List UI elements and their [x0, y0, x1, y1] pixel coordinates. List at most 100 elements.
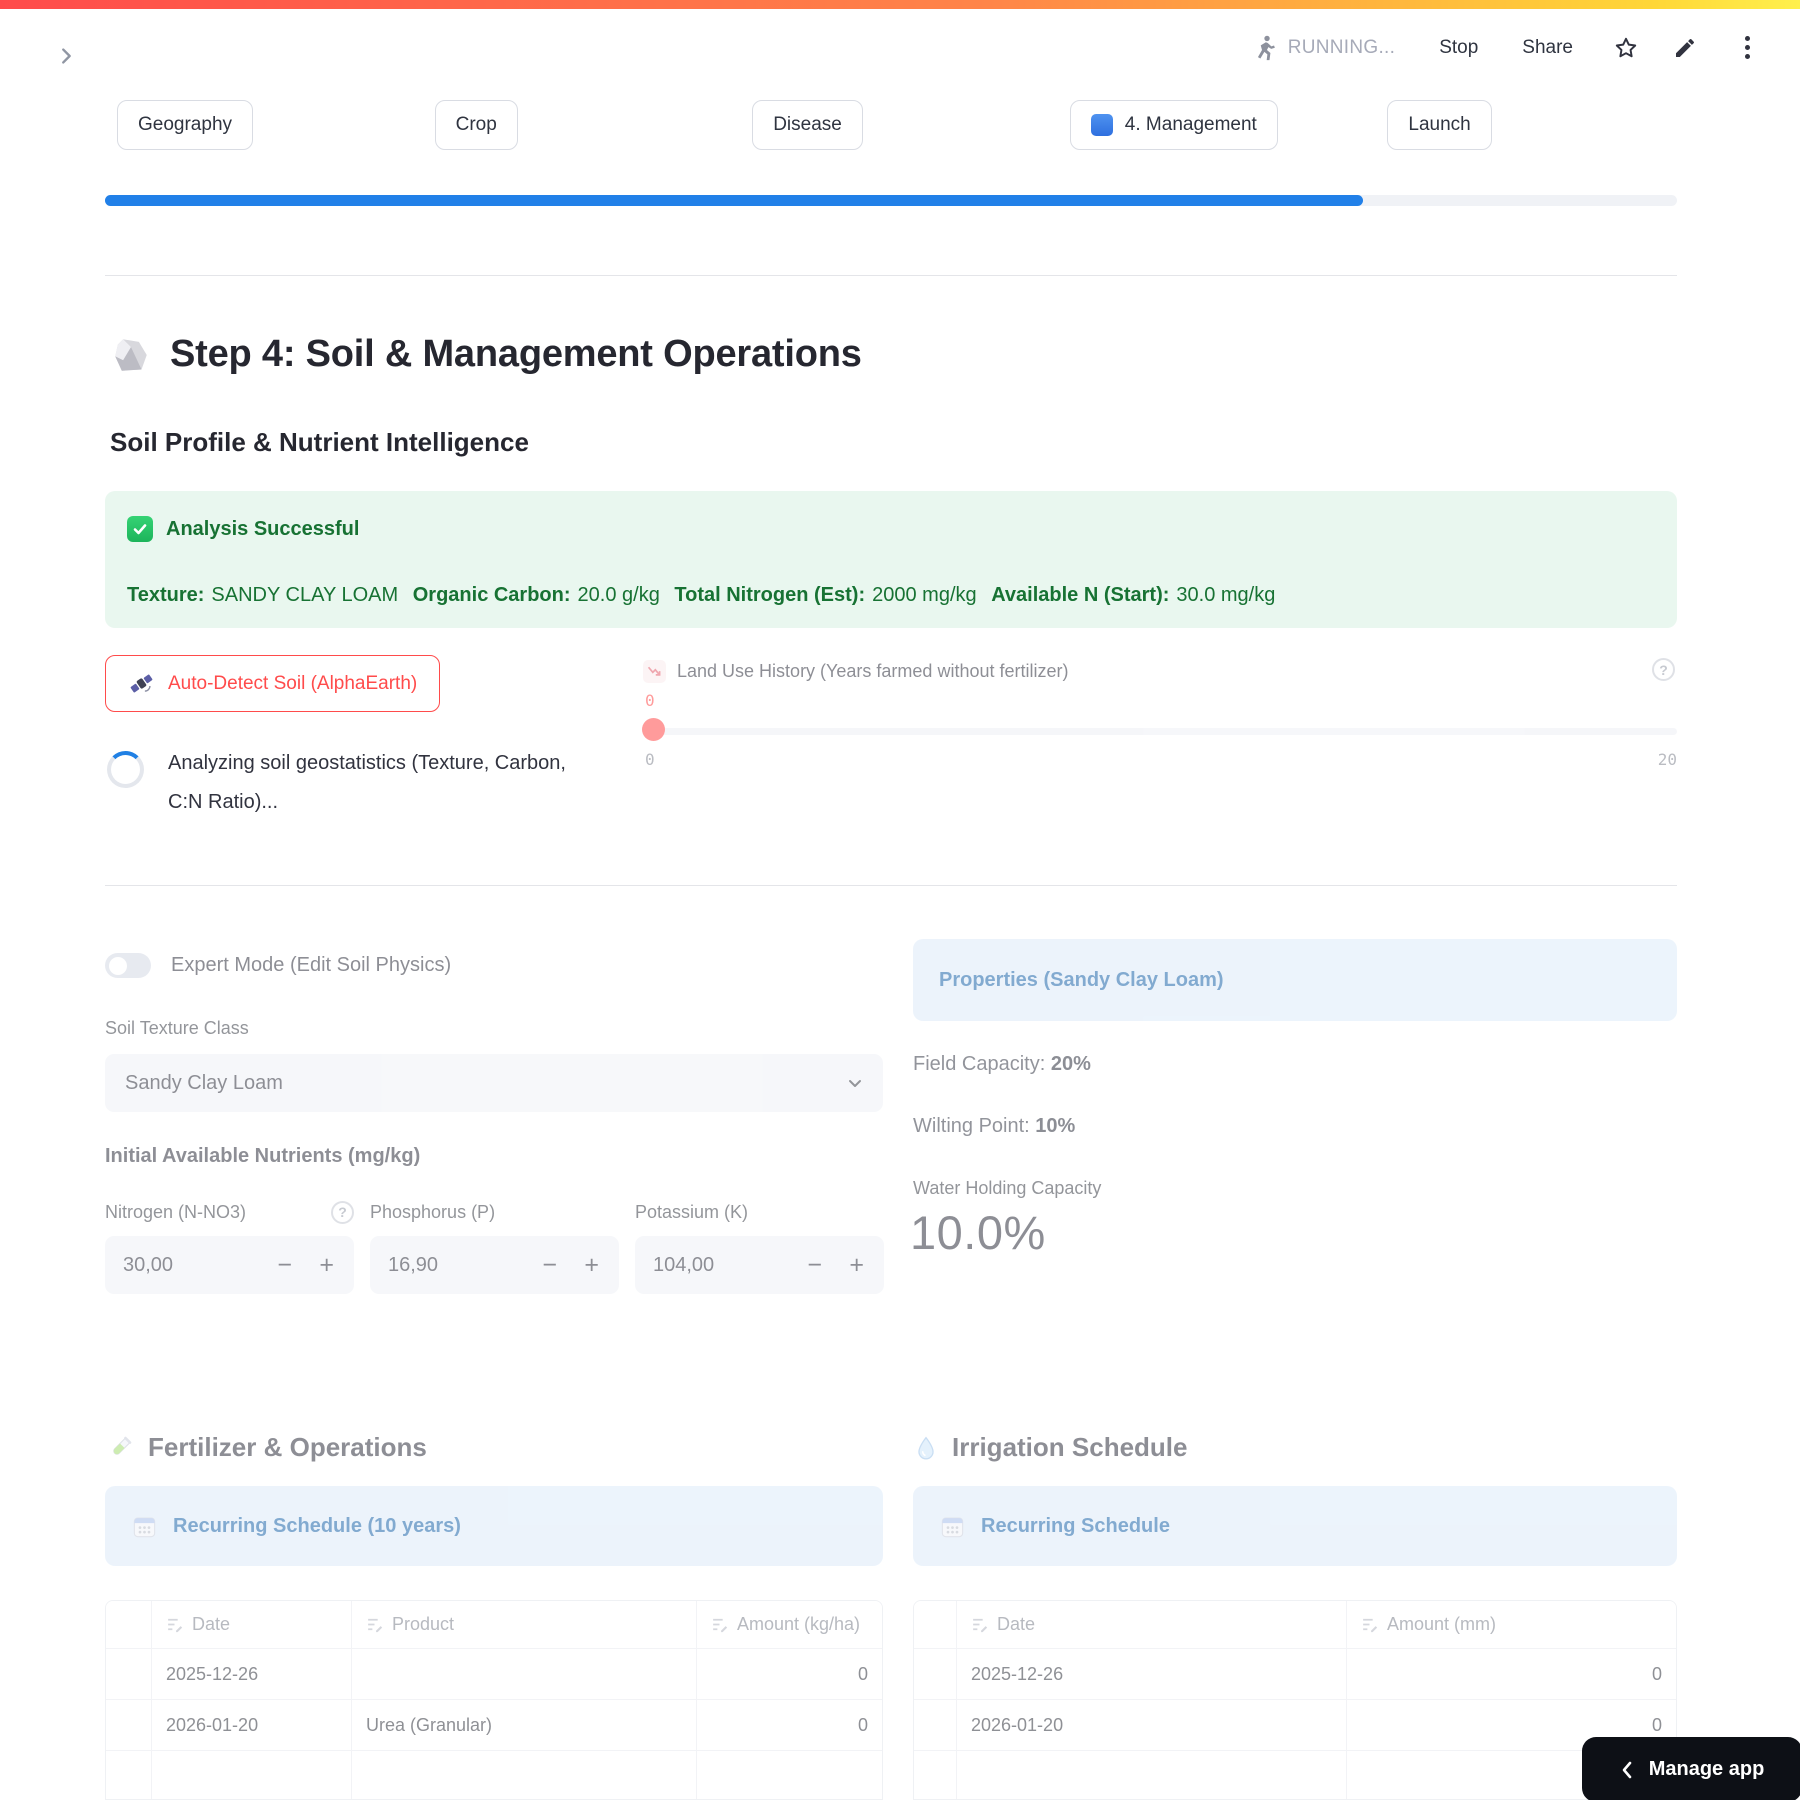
spinner-text-line2: C:N Ratio)...: [168, 791, 279, 813]
column-header-amount[interactable]: Amount (mm): [1346, 1601, 1676, 1648]
index-column-header[interactable]: [106, 1601, 151, 1648]
slider-max: 20: [1657, 750, 1677, 769]
amount-cell[interactable]: 0: [696, 1700, 882, 1750]
chevron-down-icon: [843, 1071, 867, 1095]
calendar-icon: [941, 1517, 964, 1537]
help-icon[interactable]: ?: [1652, 658, 1675, 681]
column-label: Amount (kg/ha): [737, 1614, 861, 1634]
decoration-bar: [0, 0, 1800, 9]
toggle-knob: [109, 956, 127, 975]
row-index-cell[interactable]: [914, 1700, 956, 1750]
step-nav: Geography Crop Disease 4. Management Lau…: [105, 100, 1677, 150]
column-type-icon: [368, 1618, 383, 1633]
date-cell[interactable]: 2025-12-26: [956, 1649, 1346, 1699]
column-header-amount[interactable]: Amount (kg/ha): [696, 1601, 882, 1648]
nitrogen-value: 30,00: [123, 1253, 174, 1276]
droplet-icon: [918, 1436, 934, 1459]
whc-metric-label: Water Holding Capacity: [913, 1178, 1102, 1198]
edit-pencil-icon[interactable]: [1673, 35, 1699, 61]
irrigation-heading-text: Irrigation Schedule: [952, 1432, 1188, 1462]
table-header-row: Date Amount (mm): [914, 1601, 1676, 1648]
date-cell[interactable]: 2026-01-20: [151, 1700, 351, 1750]
potassium-label: Potassium (K): [635, 1201, 749, 1222]
row-index-cell[interactable]: [106, 1649, 151, 1699]
amount-cell[interactable]: [696, 1751, 882, 1799]
date-cell[interactable]: [151, 1751, 351, 1799]
overflow-menu-icon[interactable]: [1739, 34, 1756, 61]
column-type-icon: [713, 1618, 728, 1633]
table-row: [914, 1750, 1676, 1799]
amount-cell[interactable]: 0: [696, 1649, 882, 1699]
phosphorus-input[interactable]: 16,90 − +: [370, 1236, 619, 1294]
step-label: Launch: [1408, 114, 1471, 135]
step-button-disease[interactable]: Disease: [752, 100, 863, 150]
share-button[interactable]: Share: [1522, 37, 1573, 59]
section-subtitle: Soil Profile & Nutrient Intelligence: [110, 427, 529, 457]
row-index-cell[interactable]: [106, 1700, 151, 1750]
increment-button[interactable]: +: [319, 1236, 334, 1294]
wilting-point-label: Wilting Point:: [913, 1115, 1030, 1137]
slider-track[interactable]: [643, 728, 1677, 735]
sidebar-expand-button[interactable]: [50, 40, 82, 72]
column-header-date[interactable]: Date: [956, 1601, 1346, 1648]
auto-detect-label: Auto-Detect Soil (AlphaEarth): [168, 672, 418, 694]
slider-thumb[interactable]: [642, 718, 665, 741]
soil-texture-select[interactable]: Sandy Clay Loam: [105, 1054, 883, 1112]
increment-button[interactable]: +: [584, 1236, 599, 1294]
stop-button[interactable]: Stop: [1439, 37, 1478, 59]
column-header-product[interactable]: Product: [351, 1601, 696, 1648]
potassium-input[interactable]: 104,00 − +: [635, 1236, 884, 1294]
amount-cell[interactable]: 0: [1346, 1649, 1676, 1699]
spinner-icon: [107, 751, 144, 788]
product-cell[interactable]: [351, 1751, 696, 1799]
rock-icon: [115, 338, 147, 371]
table-header-row: Date Product Amount (kg/ha): [106, 1601, 882, 1648]
date-cell[interactable]: 2025-12-26: [151, 1649, 351, 1699]
step-button-launch[interactable]: Launch: [1387, 100, 1492, 150]
progress-bar: [105, 195, 1677, 206]
manage-app-button[interactable]: Manage app: [1582, 1737, 1800, 1800]
column-label: Product: [392, 1614, 455, 1634]
row-index-cell[interactable]: [106, 1751, 151, 1799]
product-cell[interactable]: [351, 1649, 696, 1699]
table-row: 2026-01-20 0: [914, 1699, 1676, 1750]
step-button-management[interactable]: 4. Management: [1069, 100, 1278, 150]
index-column-header[interactable]: [914, 1601, 956, 1648]
nitrogen-input[interactable]: 30,00 − +: [105, 1236, 354, 1294]
texture-label: Texture:: [127, 584, 205, 606]
table-row: [106, 1750, 882, 1799]
decrement-button[interactable]: −: [542, 1236, 557, 1294]
row-index-cell[interactable]: [914, 1751, 956, 1799]
toolbar: RUNNING... Stop Share: [1250, 34, 1756, 61]
column-label: Amount (mm): [1387, 1614, 1497, 1634]
step-label: Crop: [455, 114, 497, 135]
help-icon[interactable]: ?: [331, 1200, 354, 1224]
column-type-icon: [973, 1618, 988, 1633]
decrement-button[interactable]: −: [277, 1236, 292, 1294]
table-row: 2026-01-20 Urea (Granular) 0: [106, 1699, 882, 1750]
fertilizer-schedule-label: Recurring Schedule (10 years): [173, 1514, 461, 1537]
column-header-date[interactable]: Date: [151, 1601, 351, 1648]
available-n-label: Available N (Start):: [991, 584, 1170, 606]
step-button-geography[interactable]: Geography: [117, 100, 254, 150]
divider: [105, 275, 1677, 276]
date-cell[interactable]: [956, 1751, 1346, 1799]
date-cell[interactable]: 2026-01-20: [956, 1700, 1346, 1750]
increment-button[interactable]: +: [849, 1236, 864, 1294]
favorite-star-icon[interactable]: [1613, 35, 1639, 61]
check-icon: [127, 516, 153, 542]
potassium-value: 104,00: [653, 1253, 715, 1276]
row-index-cell[interactable]: [914, 1649, 956, 1699]
expert-mode-toggle[interactable]: [105, 953, 151, 978]
column-type-icon: [1363, 1618, 1378, 1633]
product-cell[interactable]: Urea (Granular): [351, 1700, 696, 1750]
expert-mode-toggle-row: Expert Mode (Edit Soil Physics): [105, 953, 451, 978]
decrement-button[interactable]: −: [807, 1236, 822, 1294]
auto-detect-soil-button[interactable]: Auto-Detect Soil (AlphaEarth): [105, 655, 441, 712]
slider-min: 0: [645, 750, 655, 769]
step-button-crop[interactable]: Crop: [434, 100, 518, 150]
app-status: RUNNING...: [1287, 36, 1396, 58]
field-capacity-label: Field Capacity:: [913, 1053, 1046, 1075]
soil-texture-label: Soil Texture Class: [105, 1018, 249, 1038]
irrigation-schedule-info-box: Recurring Schedule: [913, 1486, 1677, 1566]
